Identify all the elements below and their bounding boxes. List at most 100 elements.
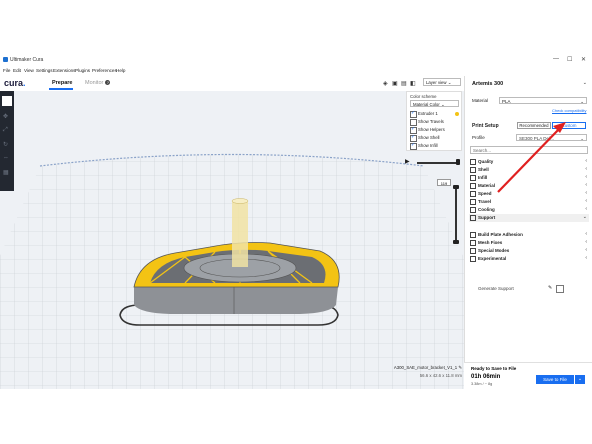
save-to-file-button[interactable]: Save to File [536,375,574,384]
recommended-mode-button[interactable]: Recommended [517,122,551,129]
checkbox-extruder-1[interactable]: Extruder 1 [410,110,462,118]
profile-label: Profile [472,135,485,140]
chevron-left-icon: ‹ [585,247,587,253]
checkbox-icon [410,119,417,126]
checkbox-show-helpers[interactable]: Show Helpers [410,126,462,134]
category-support[interactable]: Support ⌄ [469,214,589,222]
layer-slider-upper-handle[interactable] [453,185,459,189]
cooling-icon [470,207,476,213]
cura-logo: cura. [4,78,26,88]
check-compatibility-link[interactable]: Check compatibility [552,108,586,113]
monitor-info-icon: ? [105,80,111,86]
chevron-left-icon: ‹ [585,166,587,172]
view-top-icon[interactable]: ▤ [401,80,407,87]
view-type-select[interactable]: Layer view ⌄ [423,78,461,86]
view-front-icon[interactable]: ▣ [392,80,398,87]
app-icon [3,57,8,62]
maximize-icon[interactable]: ☐ [567,56,572,63]
chevron-left-icon: ‹ [585,206,587,212]
profile-select[interactable]: SE300 PLA Def... ⌄ [516,134,587,141]
path-slider-track[interactable] [417,162,459,164]
checkbox-icon [410,126,417,134]
chevron-left-icon: ‹ [585,231,587,237]
quality-icon [470,159,476,165]
layer-slider-track[interactable] [455,188,457,244]
menu-extensions[interactable]: Extensions [53,68,75,73]
category-build-plate-adhesion[interactable]: Build Plate Adhesion ‹ [469,231,589,239]
checkbox-icon [410,134,417,142]
print-settings-panel: Material PLA ⌄ Check compatibility Print … [464,91,592,389]
printer-name: Artemis 300 [472,81,504,87]
menu-help[interactable]: Help [116,68,125,73]
build-plate-scene [0,91,464,389]
category-special-modes[interactable]: Special Modes ‹ [469,247,589,255]
category-cooling[interactable]: Cooling ‹ [469,206,589,214]
menu-plugins[interactable]: Plugins [75,68,90,73]
move-tool-icon[interactable]: ✥ [3,113,8,120]
checkbox-show-infill[interactable]: Show Infill [410,142,462,150]
chevron-left-icon: ‹ [585,158,587,164]
category-shell[interactable]: Shell ‹ [469,166,589,174]
category-material[interactable]: Material ‹ [469,182,589,190]
category-infill[interactable]: Infill ‹ [469,174,589,182]
speed-icon [470,191,476,197]
scale-tool-icon[interactable]: ⤢ [3,127,8,134]
generate-support-checkbox[interactable] [556,285,564,293]
material-label: Material [472,98,489,103]
checkbox-show-shell[interactable]: Show Shell [410,134,462,142]
mesh-fixes-icon [470,240,476,246]
object-filename[interactable]: A300_SAE_motor_bracket_V1_1 ✎ [392,365,462,371]
tab-prepare[interactable]: Prepare [52,80,73,86]
category-speed[interactable]: Speed ‹ [469,190,589,198]
color-scheme-label: Color scheme [410,94,437,99]
chevron-left-icon: ‹ [585,190,587,196]
checkbox-icon [410,142,417,150]
minimize-icon[interactable]: — [553,56,559,62]
material-icon [470,183,476,189]
category-travel[interactable]: Travel ‹ [469,198,589,206]
play-simulation-icon[interactable]: ▶ [405,158,410,165]
mirror-tool-icon[interactable]: ⇔ [3,155,9,161]
print-setup-title: Print Setup [472,123,499,129]
category-quality[interactable]: Quality ‹ [469,158,589,166]
shell-icon [470,167,476,173]
menu-view[interactable]: View [24,68,34,73]
category-mesh-fixes[interactable]: Mesh Fixes ‹ [469,239,589,247]
category-experimental[interactable]: Experimental ‹ [469,255,589,263]
adhesion-icon [470,232,476,238]
extruder-color-swatch [455,111,459,116]
view-3d-icon[interactable]: ◈ [383,80,388,87]
layer-number-field[interactable]: 119 [437,179,451,186]
travel-icon [470,199,476,205]
tab-monitor[interactable]: Monitor? [85,80,111,86]
settings-search-input[interactable]: Search... [470,146,588,154]
open-file-button[interactable] [2,96,12,106]
per-model-settings-icon[interactable]: ▦ [3,169,9,176]
menu-preferences[interactable]: Preferences [92,68,117,73]
menu-settings[interactable]: Settings [36,68,53,73]
menu-file[interactable]: File [3,68,10,73]
build-plate-viewport[interactable] [0,91,464,389]
layer-slider-lower-handle[interactable] [453,240,459,244]
view-left-icon[interactable]: ◧ [410,80,416,87]
special-modes-icon [470,248,476,254]
chevron-down-icon: ⌄ [582,80,587,86]
link-icon[interactable]: ✎ [548,285,552,291]
close-icon[interactable]: ✕ [581,56,586,63]
menu-edit[interactable]: Edit [13,68,21,73]
infill-icon [470,175,476,181]
save-options-dropdown[interactable]: ⌄ [575,375,585,384]
color-scheme-select[interactable]: Material Color ⌄ [410,100,459,107]
object-dimensions: 56.6 x 42.6 x 11.8 mm [419,373,462,378]
checkbox-show-travels[interactable]: Show Travels [410,119,462,126]
window-title: Ultimaker Cura [10,57,44,63]
printer-selector[interactable]: Artemis 300 ⌄ [464,76,592,92]
custom-mode-button[interactable]: Custom [552,122,586,129]
material-select[interactable]: PLA ⌄ [499,97,587,104]
chevron-left-icon: ‹ [585,174,587,180]
print-time: 01h 06min [471,374,501,380]
title-bar: Ultimaker Cura — ☐ ✕ [0,54,592,66]
experimental-icon [470,256,476,262]
rotate-tool-icon[interactable]: ↻ [3,141,8,148]
path-slider-handle[interactable] [456,159,460,165]
